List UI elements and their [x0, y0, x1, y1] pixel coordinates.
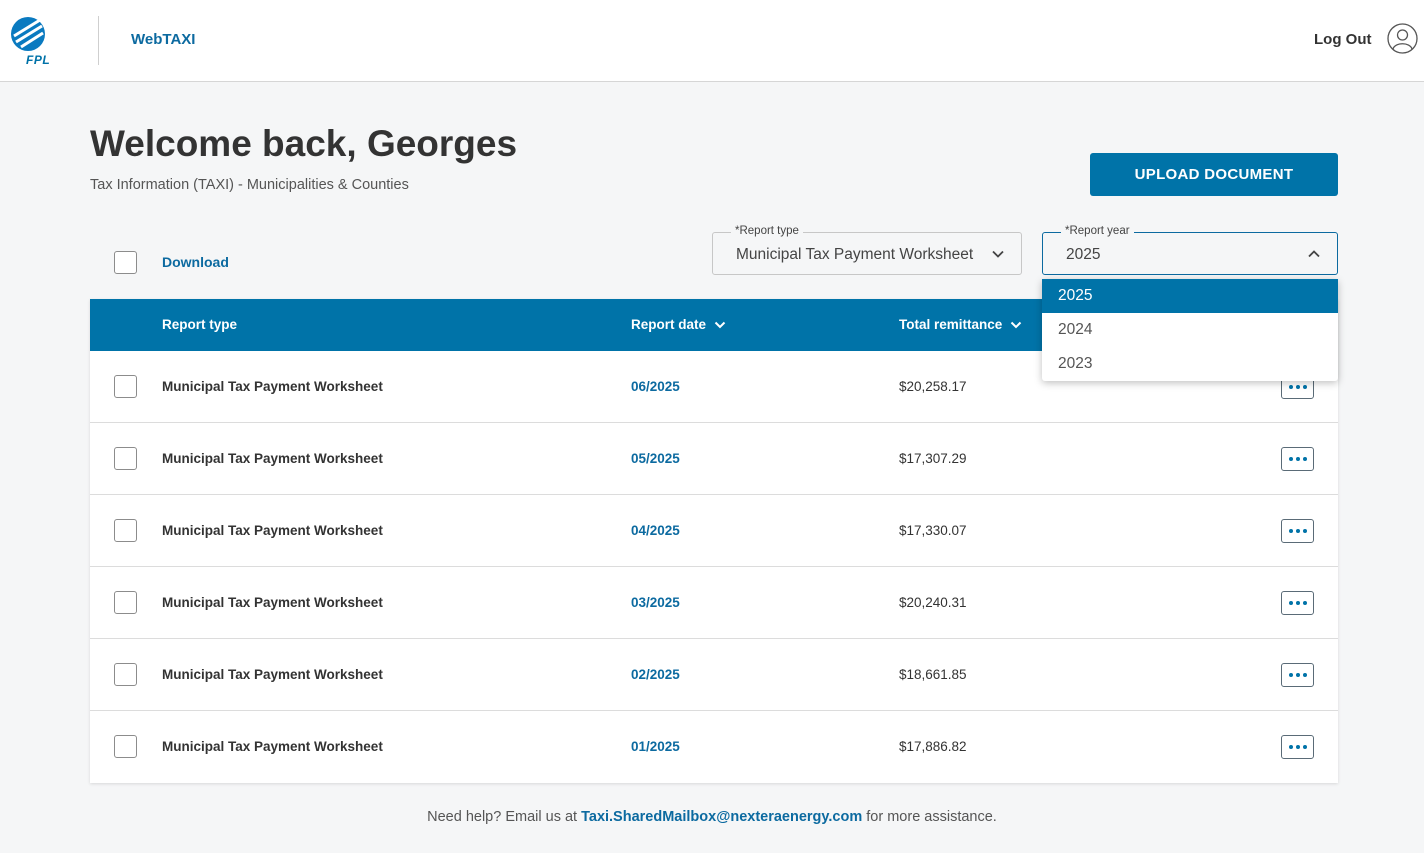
report-year-value: 2025 — [1066, 246, 1101, 263]
report-type-cell: Municipal Tax Payment Worksheet — [162, 523, 383, 538]
help-suffix: for more assistance. — [866, 809, 997, 825]
report-year-select[interactable]: *Report year 2025 — [1042, 225, 1338, 275]
sort-chevron-icon[interactable] — [1010, 319, 1022, 331]
column-header-report-date[interactable]: Report date — [631, 317, 726, 332]
year-option-2025[interactable]: 2025 — [1042, 279, 1338, 313]
download-link[interactable]: Download — [162, 254, 229, 270]
report-year-label: *Report year — [1061, 225, 1134, 237]
report-date-link[interactable]: 02/2025 — [631, 667, 680, 682]
row-checkbox[interactable] — [114, 663, 137, 686]
remittance-cell: $18,661.85 — [899, 667, 967, 682]
row-checkbox[interactable] — [114, 447, 137, 470]
row-actions-button[interactable] — [1281, 663, 1314, 687]
logout-link[interactable]: Log Out — [1314, 31, 1371, 48]
sort-chevron-icon[interactable] — [714, 319, 726, 331]
page-title: Welcome back, Georges — [90, 123, 518, 164]
year-option-2024[interactable]: 2024 — [1042, 313, 1338, 347]
row-checkbox[interactable] — [114, 735, 137, 758]
remittance-cell: $20,240.31 — [899, 595, 967, 610]
remittance-cell: $20,258.17 — [899, 379, 967, 394]
report-year-dropdown: 2025 2024 2023 — [1042, 279, 1338, 381]
report-type-select[interactable]: *Report type Municipal Tax Payment Works… — [712, 225, 1022, 275]
report-date-link[interactable]: 06/2025 — [631, 379, 680, 394]
row-checkbox[interactable] — [114, 375, 137, 398]
table-row: Municipal Tax Payment Worksheet 05/2025 … — [90, 423, 1338, 495]
row-actions-button[interactable] — [1281, 591, 1314, 615]
table-row: Municipal Tax Payment Worksheet 04/2025 … — [90, 495, 1338, 567]
chevron-up-icon — [1308, 250, 1320, 258]
row-actions-button[interactable] — [1281, 735, 1314, 759]
row-actions-button[interactable] — [1281, 447, 1314, 471]
report-date-link[interactable]: 04/2025 — [631, 523, 680, 538]
user-avatar-icon[interactable] — [1387, 23, 1418, 54]
remittance-cell: $17,886.82 — [899, 739, 967, 754]
table-row: Municipal Tax Payment Worksheet 02/2025 … — [90, 639, 1338, 711]
table-row: Municipal Tax Payment Worksheet 03/2025 … — [90, 567, 1338, 639]
logo-text: FPL — [26, 53, 51, 67]
report-date-link[interactable]: 01/2025 — [631, 739, 680, 754]
report-type-value: Municipal Tax Payment Worksheet — [736, 246, 974, 263]
report-type-cell: Municipal Tax Payment Worksheet — [162, 379, 383, 394]
chevron-down-icon — [992, 250, 1004, 258]
help-text: Need help? Email us at Taxi.SharedMailbo… — [0, 809, 1424, 825]
row-checkbox[interactable] — [114, 591, 137, 614]
row-checkbox[interactable] — [114, 519, 137, 542]
header-divider — [98, 16, 99, 65]
page-subtitle: Tax Information (TAXI) - Municipalities … — [90, 177, 409, 193]
top-header: FPL WebTAXI Log Out — [0, 0, 1424, 82]
report-type-label: *Report type — [731, 225, 803, 237]
upload-document-button[interactable]: UPLOAD DOCUMENT — [1090, 153, 1338, 196]
year-option-2023[interactable]: 2023 — [1042, 347, 1338, 381]
app-name[interactable]: WebTAXI — [131, 31, 195, 48]
report-type-cell: Municipal Tax Payment Worksheet — [162, 451, 383, 466]
report-type-cell: Municipal Tax Payment Worksheet — [162, 739, 383, 754]
column-header-total-remittance[interactable]: Total remittance — [899, 317, 1022, 332]
column-header-report-type: Report type — [162, 317, 238, 332]
report-type-cell: Municipal Tax Payment Worksheet — [162, 667, 383, 682]
select-all-checkbox[interactable] — [114, 251, 137, 274]
table-row: Municipal Tax Payment Worksheet 01/2025 … — [90, 711, 1338, 783]
report-date-link[interactable]: 03/2025 — [631, 595, 680, 610]
row-actions-button[interactable] — [1281, 519, 1314, 543]
remittance-cell: $17,330.07 — [899, 523, 967, 538]
report-date-link[interactable]: 05/2025 — [631, 451, 680, 466]
remittance-cell: $17,307.29 — [899, 451, 967, 466]
help-prefix: Need help? Email us at — [427, 809, 578, 825]
report-type-cell: Municipal Tax Payment Worksheet — [162, 595, 383, 610]
support-email-link[interactable]: Taxi.SharedMailbox@nexteraenergy.com — [581, 809, 862, 825]
